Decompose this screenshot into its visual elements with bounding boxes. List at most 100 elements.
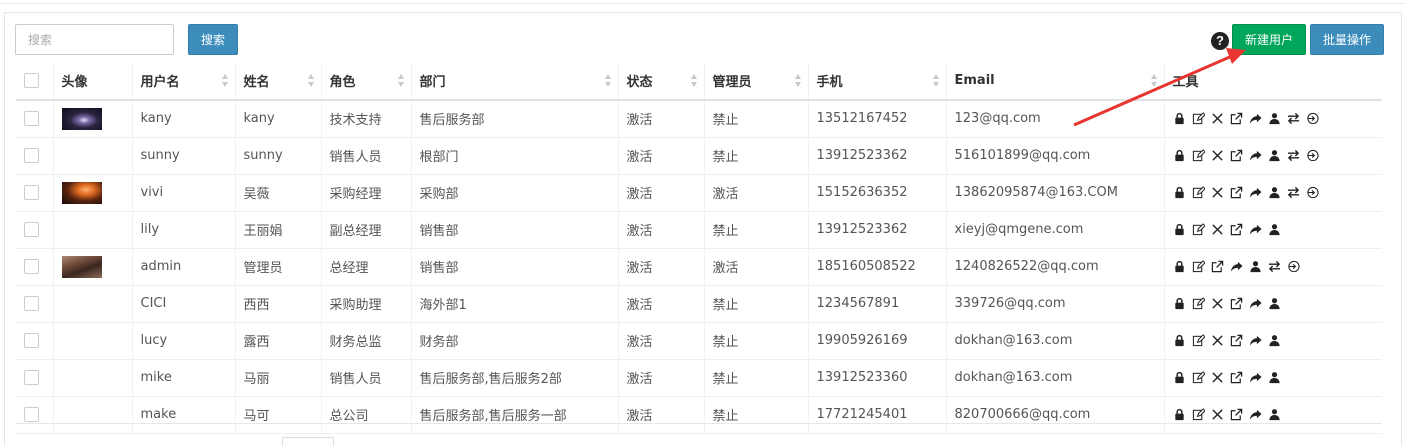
table-row[interactable]: mike 马丽 销售人员 售后服务部,售后服务2部 激活 禁止 13912523360 dok… [16, 359, 1382, 397]
edit-icon[interactable] [1192, 223, 1206, 237]
user-icon[interactable] [1268, 149, 1282, 163]
table-row[interactable]: make 马可 总公司 售后服务部,售后服务一部 激活 禁止 17721245401 8207… [16, 396, 1382, 434]
user-icon[interactable] [1268, 408, 1282, 422]
share-icon[interactable] [1249, 149, 1263, 163]
row-checkbox[interactable] [24, 333, 39, 348]
share-icon[interactable] [1249, 334, 1263, 348]
column-header-admin[interactable]: 管理员 [703, 62, 808, 101]
pagination-control[interactable] [282, 437, 334, 446]
table-row[interactable]: sunny sunny 销售人员 根部门 激活 禁止 13912523362 51610189… [16, 137, 1382, 175]
open-icon[interactable] [1230, 371, 1244, 385]
delete-icon[interactable] [1211, 112, 1225, 126]
transfer-icon[interactable] [1287, 112, 1301, 126]
user-icon[interactable] [1268, 186, 1282, 200]
login-icon[interactable] [1306, 112, 1320, 126]
help-icon[interactable]: ? [1211, 32, 1229, 50]
delete-icon[interactable] [1211, 371, 1225, 385]
edit-icon[interactable] [1192, 149, 1206, 163]
edit-icon[interactable] [1192, 408, 1206, 422]
user-icon[interactable] [1268, 223, 1282, 237]
user-icon[interactable] [1249, 260, 1263, 274]
table-row[interactable]: admin 管理员 总经理 销售部 激活 激活 185160508522 1240826522… [16, 248, 1382, 286]
lock-icon[interactable] [1173, 371, 1187, 385]
lock-icon[interactable] [1173, 112, 1187, 126]
edit-icon[interactable] [1192, 371, 1206, 385]
cell-username[interactable]: mike [131, 359, 235, 397]
open-icon[interactable] [1230, 112, 1244, 126]
edit-icon[interactable] [1192, 297, 1206, 311]
transfer-icon[interactable] [1268, 260, 1282, 274]
row-checkbox[interactable] [24, 148, 39, 163]
share-icon[interactable] [1249, 371, 1263, 385]
edit-icon[interactable] [1192, 186, 1206, 200]
delete-icon[interactable] [1211, 149, 1225, 163]
delete-icon[interactable] [1211, 223, 1225, 237]
login-icon[interactable] [1287, 260, 1301, 274]
new-user-button[interactable]: 新建用户 [1232, 24, 1306, 55]
open-icon[interactable] [1230, 186, 1244, 200]
edit-icon[interactable] [1192, 334, 1206, 348]
cell-username[interactable]: make [131, 396, 235, 434]
delete-icon[interactable] [1211, 334, 1225, 348]
cell-username[interactable]: kany [131, 100, 235, 138]
lock-icon[interactable] [1173, 223, 1187, 237]
search-button[interactable]: 搜索 [188, 24, 238, 55]
column-header-status[interactable]: 状态 [617, 62, 704, 101]
transfer-icon[interactable] [1287, 149, 1301, 163]
open-icon[interactable] [1230, 223, 1244, 237]
login-icon[interactable] [1306, 149, 1320, 163]
edit-icon[interactable] [1192, 260, 1206, 274]
column-header-department[interactable]: 部门 [410, 62, 618, 101]
column-header-role[interactable]: 角色 [320, 62, 411, 101]
share-icon[interactable] [1249, 223, 1263, 237]
column-header-username[interactable]: 用户名 [131, 62, 235, 101]
login-icon[interactable] [1306, 186, 1320, 200]
row-checkbox[interactable] [24, 407, 39, 422]
row-checkbox[interactable] [24, 259, 39, 274]
cell-username[interactable]: CICI [131, 285, 235, 323]
user-icon[interactable] [1268, 334, 1282, 348]
lock-icon[interactable] [1173, 297, 1187, 311]
edit-icon[interactable] [1192, 112, 1206, 126]
row-checkbox[interactable] [24, 370, 39, 385]
share-icon[interactable] [1230, 260, 1244, 274]
column-header-phone[interactable]: 手机 [807, 62, 946, 101]
cell-username[interactable]: admin [131, 248, 235, 286]
table-row[interactable]: kany kany 技术支持 售后服务部 激活 禁止 13512167452 123@qq.c… [16, 100, 1382, 138]
table-row[interactable]: CICI 西西 采购助理 海外部1 激活 禁止 1234567891 339726@qq.co… [16, 285, 1382, 323]
table-row[interactable]: lucy 露西 财务总监 财务部 激活 禁止 19905926169 dokhan@163.c… [16, 322, 1382, 360]
open-icon[interactable] [1230, 297, 1244, 311]
delete-icon[interactable] [1211, 186, 1225, 200]
open-icon[interactable] [1230, 149, 1244, 163]
lock-icon[interactable] [1173, 260, 1187, 274]
share-icon[interactable] [1249, 112, 1263, 126]
user-icon[interactable] [1268, 112, 1282, 126]
lock-icon[interactable] [1173, 334, 1187, 348]
user-icon[interactable] [1268, 297, 1282, 311]
share-icon[interactable] [1249, 297, 1263, 311]
column-header-email[interactable]: Email [945, 62, 1164, 101]
open-icon[interactable] [1230, 334, 1244, 348]
lock-icon[interactable] [1173, 149, 1187, 163]
search-input[interactable] [15, 24, 174, 55]
table-row[interactable]: lily 王丽娟 副总经理 销售部 激活 禁止 13912523362 xieyj@qmgen… [16, 211, 1382, 249]
batch-operation-button[interactable]: 批量操作 [1310, 24, 1384, 55]
open-icon[interactable] [1230, 408, 1244, 422]
user-icon[interactable] [1268, 371, 1282, 385]
cell-username[interactable]: lily [131, 211, 235, 249]
table-row[interactable]: vivi 吴薇 采购经理 采购部 激活 激活 15152636352 13862095874@… [16, 174, 1382, 212]
row-checkbox[interactable] [24, 111, 39, 127]
cell-username[interactable]: vivi [131, 174, 235, 212]
transfer-icon[interactable] [1287, 186, 1301, 200]
row-checkbox[interactable] [24, 222, 39, 237]
share-icon[interactable] [1249, 408, 1263, 422]
cell-username[interactable]: lucy [131, 322, 235, 360]
row-checkbox[interactable] [24, 296, 39, 311]
open-icon[interactable] [1211, 260, 1225, 274]
share-icon[interactable] [1249, 186, 1263, 200]
delete-icon[interactable] [1211, 408, 1225, 422]
delete-icon[interactable] [1211, 297, 1225, 311]
column-header-name[interactable]: 姓名 [234, 62, 321, 101]
select-all-checkbox[interactable] [24, 73, 39, 88]
cell-username[interactable]: sunny [131, 137, 235, 175]
